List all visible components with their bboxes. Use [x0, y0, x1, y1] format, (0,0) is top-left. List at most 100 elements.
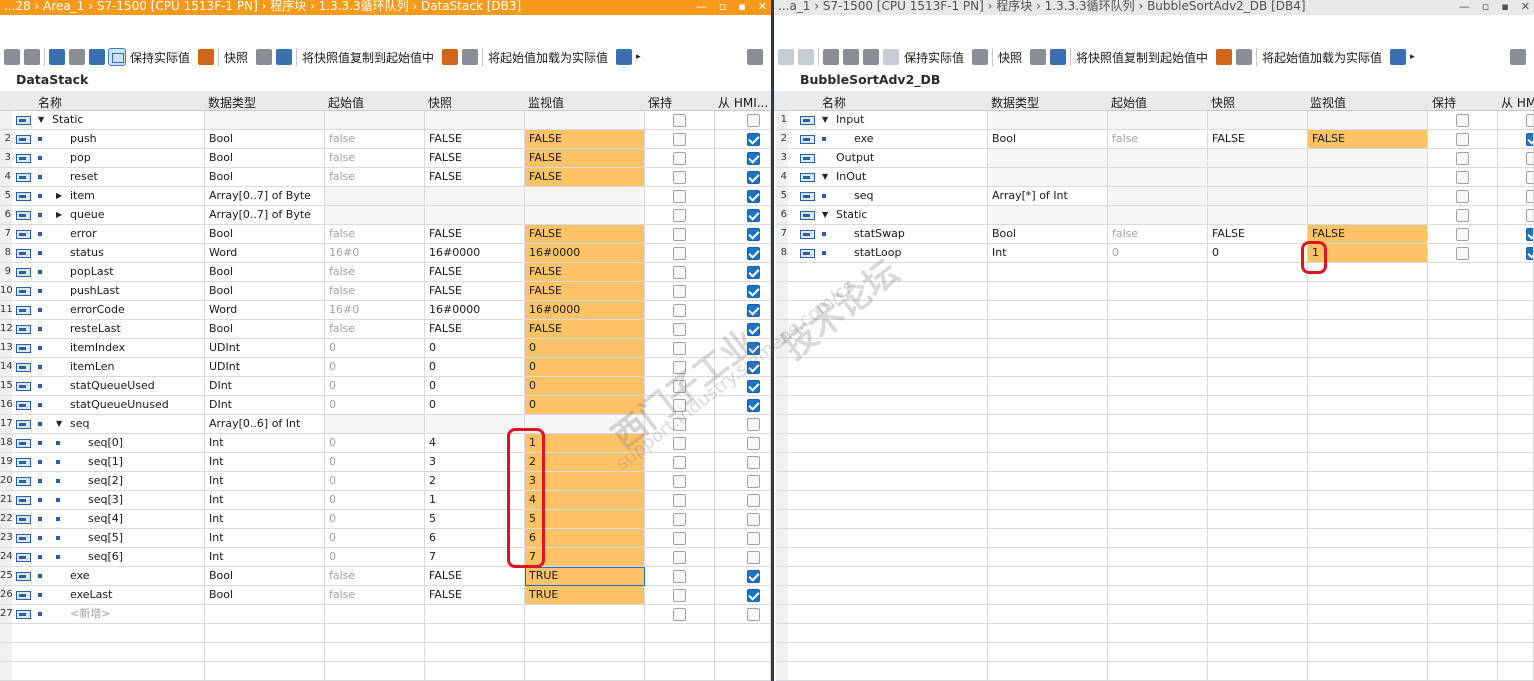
cell-mon[interactable]: 0 — [525, 377, 645, 396]
cell-retain[interactable] — [1428, 472, 1498, 491]
cell-snap[interactable]: 16#0000 — [425, 301, 525, 320]
table-row[interactable]: 11 errorCode Word 16#0 16#0000 16#0000 — [0, 301, 771, 320]
cell-hmi[interactable] — [1498, 301, 1534, 320]
cell-name[interactable]: ▼ seq — [12, 415, 205, 434]
cell-name[interactable] — [788, 567, 988, 586]
retain-checkbox[interactable] — [673, 304, 686, 317]
load-start-values-icon[interactable] — [616, 49, 633, 65]
hmi-checkbox[interactable] — [1526, 247, 1533, 260]
copy-snapshot-icon[interactable] — [1050, 49, 1067, 65]
cell-type[interactable] — [205, 624, 325, 643]
cell-snap[interactable] — [1208, 339, 1308, 358]
cell-type[interactable]: Int — [205, 453, 325, 472]
cell-hmi[interactable] — [1498, 605, 1534, 624]
table-row[interactable]: 8 status Word 16#0 16#0000 16#0000 — [0, 244, 771, 263]
cell-snap[interactable] — [1208, 605, 1308, 624]
cell-mon[interactable] — [525, 605, 645, 624]
cell-name[interactable] — [788, 548, 988, 567]
cell-snap[interactable] — [1208, 415, 1308, 434]
maximize-button[interactable]: ▪ — [1501, 0, 1508, 15]
cell-snap[interactable] — [425, 624, 525, 643]
cell-mon[interactable] — [1308, 662, 1428, 681]
cell-type[interactable]: UDInt — [205, 339, 325, 358]
cell-snap[interactable] — [1208, 586, 1308, 605]
copy-snapshot-button[interactable]: 将快照值复制到起始值中 — [1076, 49, 1208, 66]
table-row[interactable]: 17 ▼ seq Array[0..6] of Int — [0, 415, 771, 434]
retain-checkbox[interactable] — [673, 152, 686, 165]
hmi-checkbox[interactable] — [747, 570, 760, 583]
table-row[interactable]: 7 error Bool false FALSE FALSE — [0, 225, 771, 244]
cell-hmi[interactable] — [1498, 263, 1534, 282]
cell-retain[interactable] — [1428, 377, 1498, 396]
cell-start[interactable]: 0 — [325, 358, 425, 377]
cell-start[interactable] — [1108, 548, 1208, 567]
hmi-checkbox[interactable] — [747, 247, 760, 260]
cell-mon[interactable] — [1308, 548, 1428, 567]
insert-row-icon[interactable] — [4, 49, 20, 65]
cell-mon[interactable]: FALSE — [525, 263, 645, 282]
cell-hmi[interactable] — [1498, 320, 1534, 339]
cell-mon[interactable] — [1308, 396, 1428, 415]
hmi-checkbox[interactable] — [747, 228, 760, 241]
cell-start[interactable] — [1108, 586, 1208, 605]
cell-name[interactable]: pop — [12, 149, 205, 168]
cell-start[interactable]: 16#0 — [325, 301, 425, 320]
cell-name[interactable] — [788, 377, 988, 396]
more-arrow-icon[interactable]: ▸ — [636, 52, 641, 62]
cell-name[interactable]: statSwap — [788, 225, 988, 244]
cell-hmi[interactable] — [715, 396, 771, 415]
cell-start[interactable] — [1108, 396, 1208, 415]
cell-start[interactable]: 0 — [1108, 244, 1208, 263]
cell-retain[interactable] — [1428, 244, 1498, 263]
cell-snap[interactable] — [1208, 491, 1308, 510]
retain-checkbox[interactable] — [673, 266, 686, 279]
cell-start[interactable]: 16#0 — [325, 244, 425, 263]
cell-retain[interactable] — [645, 434, 715, 453]
cell-mon[interactable] — [1308, 187, 1428, 206]
cell-name[interactable] — [788, 301, 988, 320]
cell-type[interactable]: Int — [205, 510, 325, 529]
retain-checkbox[interactable] — [673, 361, 686, 374]
cell-start[interactable] — [1108, 472, 1208, 491]
cell-type[interactable] — [988, 415, 1108, 434]
cell-retain[interactable] — [1428, 168, 1498, 187]
cell-retain[interactable] — [645, 529, 715, 548]
cell-mon[interactable] — [1308, 491, 1428, 510]
cell-start[interactable] — [1108, 111, 1208, 130]
table-row[interactable]: 3 Output — [774, 149, 1534, 168]
retain-checkbox[interactable] — [673, 456, 686, 469]
retain-checkbox[interactable] — [1456, 228, 1469, 241]
retain-checkbox[interactable] — [673, 247, 686, 260]
cell-mon[interactable] — [1308, 111, 1428, 130]
cell-type[interactable]: Bool — [205, 168, 325, 187]
cell-name[interactable] — [788, 643, 988, 662]
cell-snap[interactable]: FALSE — [1208, 130, 1308, 149]
cell-hmi[interactable] — [1498, 187, 1534, 206]
cell-type[interactable]: Int — [988, 244, 1108, 263]
table-row[interactable]: 23 seq[5] Int 0 6 6 — [0, 529, 771, 548]
hmi-checkbox[interactable] — [747, 152, 760, 165]
cell-start[interactable]: 0 — [325, 491, 425, 510]
cell-type[interactable] — [205, 111, 325, 130]
header-monitor[interactable]: 监视值 — [1310, 94, 1346, 111]
cell-name[interactable]: itemIndex — [12, 339, 205, 358]
cell-snap[interactable] — [1208, 320, 1308, 339]
cell-hmi[interactable] — [715, 624, 771, 643]
cell-name[interactable]: errorCode — [12, 301, 205, 320]
cell-hmi[interactable] — [1498, 510, 1534, 529]
retain-checkbox[interactable] — [1456, 190, 1469, 203]
restore-button[interactable]: ▫ — [1482, 0, 1489, 15]
header-name[interactable]: 名称 — [38, 94, 62, 111]
cell-mon[interactable]: 7 — [525, 548, 645, 567]
cell-type[interactable] — [988, 605, 1108, 624]
table-row[interactable]: 2 exe Bool false FALSE FALSE — [774, 130, 1534, 149]
table-row[interactable]: 19 seq[1] Int 0 3 2 — [0, 453, 771, 472]
cell-retain[interactable] — [1428, 339, 1498, 358]
cell-retain[interactable] — [645, 301, 715, 320]
cell-snap[interactable]: 3 — [425, 453, 525, 472]
cell-mon[interactable] — [525, 206, 645, 225]
cell-hmi[interactable] — [1498, 548, 1534, 567]
copy-snapshot-icon[interactable] — [276, 49, 293, 65]
cell-mon[interactable] — [1308, 586, 1428, 605]
cell-type[interactable] — [988, 548, 1108, 567]
